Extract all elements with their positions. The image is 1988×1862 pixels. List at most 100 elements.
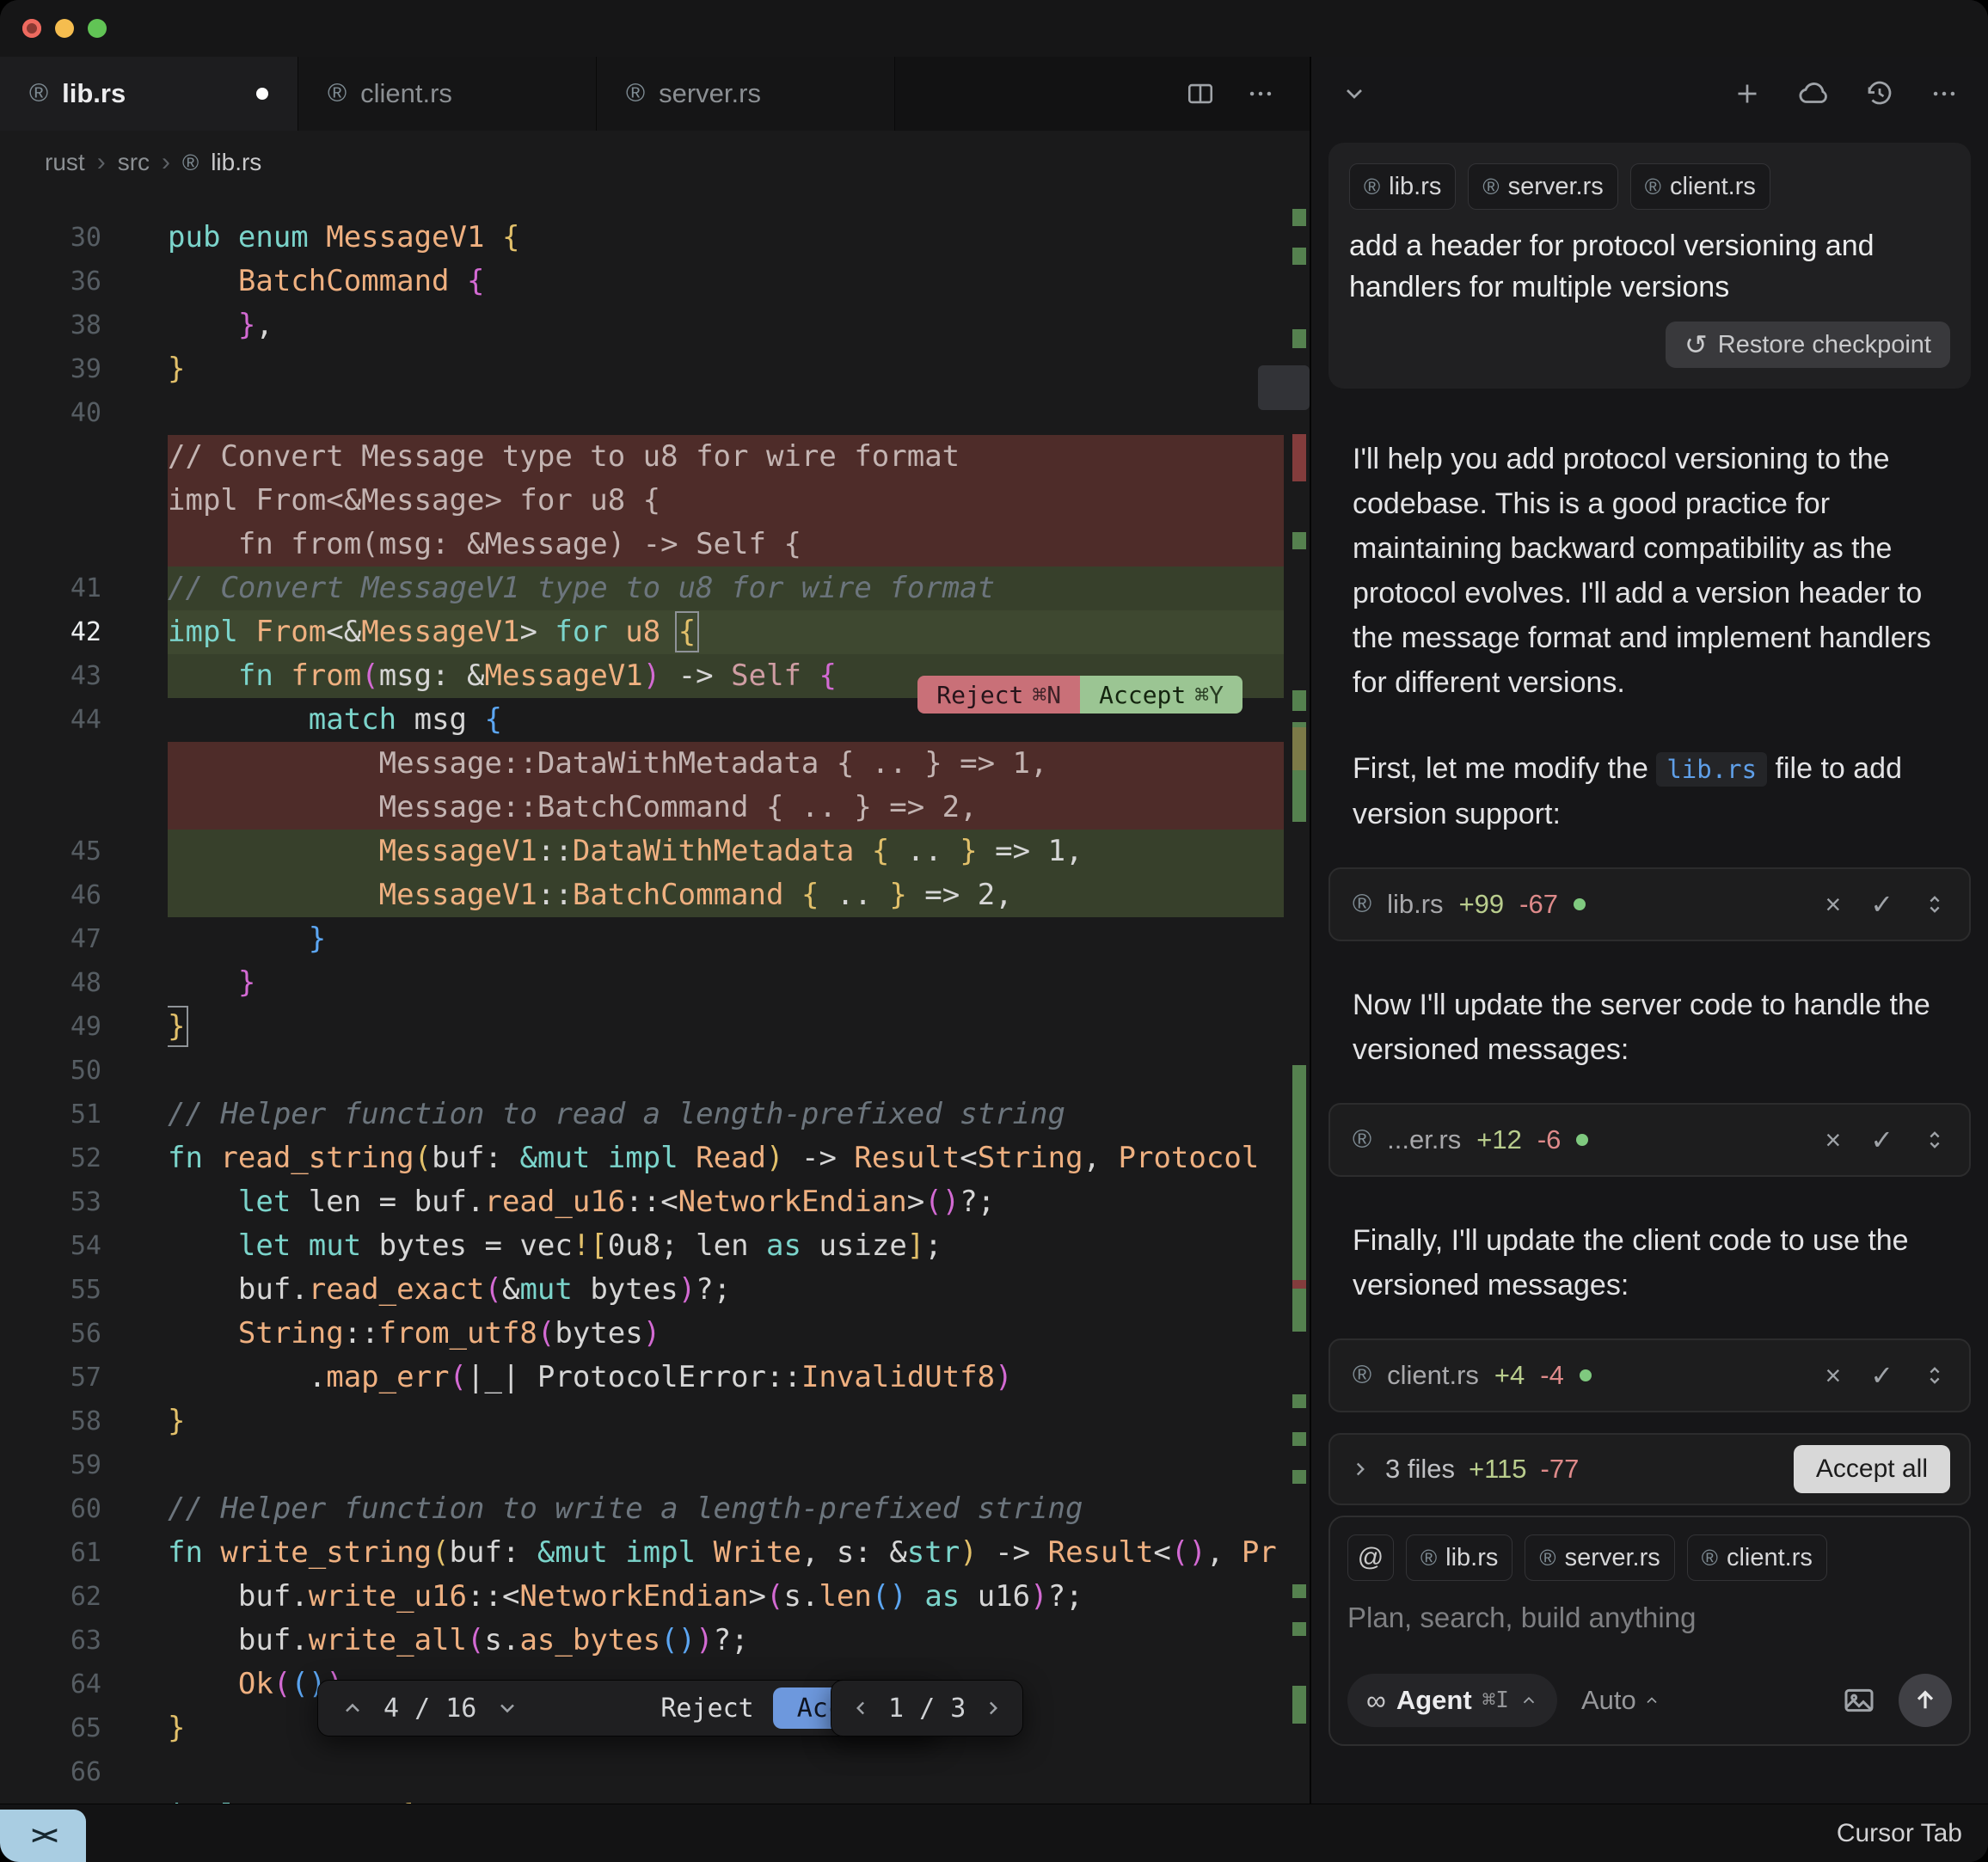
reject-button[interactable]: Reject — [660, 1694, 753, 1724]
inline-code[interactable]: lib.rs — [1656, 752, 1767, 787]
diff-reject-button[interactable]: Reject ⌘N — [917, 676, 1080, 714]
context-chip[interactable]: ®client.rs — [1630, 163, 1770, 210]
code-line[interactable]: 50 — [0, 1049, 1310, 1093]
code-line[interactable]: 66 — [0, 1750, 1310, 1794]
code-line[interactable]: 40 — [0, 391, 1310, 435]
code-token: ; — [924, 1228, 942, 1263]
code-line[interactable]: 45 MessageV1::DataWithMetadata { .. } =>… — [0, 830, 1310, 873]
code-token — [168, 702, 309, 737]
reject-file-icon[interactable]: × — [1825, 1360, 1842, 1392]
breadcrumb-item[interactable]: rust — [45, 149, 85, 176]
code-line[interactable]: 47 } — [0, 917, 1310, 961]
code-line[interactable]: 60// Helper function to write a length-p… — [0, 1487, 1310, 1531]
code-line[interactable]: Message::DataWithMetadata { .. } => 1, — [0, 742, 1310, 786]
add-context-button[interactable]: @ — [1347, 1534, 1394, 1581]
file-edit-card[interactable]: ® ...er.rs +12 -6 × ✓ — [1328, 1103, 1971, 1177]
collapse-chevron-icon[interactable] — [1341, 80, 1368, 107]
expand-file-icon[interactable] — [1923, 1363, 1947, 1387]
code-token: MessageV1 — [326, 220, 484, 254]
code-line[interactable]: 41// Convert MessageV1 type to u8 for wi… — [0, 567, 1310, 610]
code-line[interactable]: 46 MessageV1::BatchCommand { .. } => 2, — [0, 873, 1310, 917]
context-chip[interactable]: ®server.rs — [1468, 163, 1617, 210]
tab-lib-rs[interactable]: ® lib.rs — [0, 57, 298, 131]
diff-accept-button[interactable]: Accept ⌘Y — [1080, 676, 1242, 714]
maximize-button[interactable] — [88, 19, 107, 38]
context-chip[interactable]: ®lib.rs — [1349, 163, 1456, 210]
code-line[interactable]: 39} — [0, 347, 1310, 391]
code-text: } — [168, 961, 1284, 1005]
code-token: fn — [168, 1535, 220, 1570]
accept-file-icon[interactable]: ✓ — [1870, 888, 1893, 921]
accept-all-button[interactable]: Accept all — [1794, 1445, 1950, 1493]
breadcrumb-item[interactable]: src — [118, 149, 150, 176]
pager-next-icon[interactable] — [981, 1697, 1003, 1719]
code-line[interactable]: 61fn write_string(buf: &mut impl Write, … — [0, 1531, 1310, 1575]
model-selector[interactable]: Auto — [1581, 1685, 1660, 1716]
history-icon[interactable] — [1864, 78, 1895, 109]
code-line[interactable]: 30pub enum MessageV1 { — [0, 216, 1310, 260]
chat-scroll[interactable]: ®lib.rs ®server.rs ®client.rs add a head… — [1311, 131, 1988, 1804]
code-line[interactable]: 57 .map_err(|_| ProtocolError::InvalidUt… — [0, 1356, 1310, 1400]
code-line[interactable]: 55 buf.read_exact(&mut bytes)?; — [0, 1268, 1310, 1312]
file-edit-card[interactable]: ® lib.rs +99 -67 × ✓ — [1328, 867, 1971, 941]
nav-down-icon[interactable] — [495, 1696, 519, 1720]
code-token: str — [907, 1535, 960, 1570]
code-line[interactable]: 42impl From<&MessageV1> for u8 { — [0, 610, 1310, 654]
code-line[interactable]: 38 }, — [0, 303, 1310, 347]
code-line[interactable]: 59 — [0, 1443, 1310, 1487]
split-editor-icon[interactable] — [1186, 79, 1215, 108]
code-line[interactable]: Message::BatchCommand { .. } => 2, — [0, 786, 1310, 830]
file-edit-card[interactable]: ® client.rs +4 -4 × ✓ — [1328, 1338, 1971, 1412]
summary-chevron-icon[interactable] — [1349, 1458, 1371, 1480]
prompt-input[interactable]: Plan, search, build anything — [1347, 1602, 1952, 1634]
code-token: ( — [766, 1579, 783, 1614]
close-button[interactable] — [22, 19, 41, 38]
files-summary-bar[interactable]: 3 files +115 -77 Accept all — [1328, 1433, 1971, 1505]
minimize-button[interactable] — [55, 19, 74, 38]
agent-mode-selector[interactable]: ∞ Agent ⌘I — [1347, 1674, 1557, 1727]
code-token: usize — [819, 1228, 906, 1263]
code-line[interactable]: 54 let mut bytes = vec![0u8; len as usiz… — [0, 1224, 1310, 1268]
accept-file-icon[interactable]: ✓ — [1870, 1124, 1893, 1156]
code-editor[interactable]: 30pub enum MessageV1 {36 BatchCommand {3… — [0, 194, 1310, 1804]
code-line[interactable]: 53 let len = buf.read_u16::<NetworkEndia… — [0, 1180, 1310, 1224]
input-context-chip[interactable]: ®lib.rs — [1406, 1534, 1512, 1581]
expand-file-icon[interactable] — [1923, 892, 1947, 916]
breadcrumb-item[interactable]: lib.rs — [211, 149, 261, 176]
code-line[interactable]: 62 buf.write_u16::<NetworkEndian>(s.len(… — [0, 1575, 1310, 1619]
line-number: 38 — [0, 303, 101, 347]
code-line[interactable]: 56 String::from_utf8(bytes) — [0, 1312, 1310, 1356]
code-line[interactable]: impl From<&Message> for u8 { — [0, 479, 1310, 523]
cloud-icon[interactable] — [1797, 77, 1830, 110]
expand-file-icon[interactable] — [1923, 1128, 1947, 1152]
new-chat-icon[interactable] — [1732, 78, 1763, 109]
prompt-input-card[interactable]: @ ®lib.rs ®server.rs ®client.rs Plan, se… — [1328, 1516, 1971, 1746]
tab-server-rs[interactable]: ® server.rs — [597, 57, 895, 131]
restore-checkpoint-button[interactable]: ↺ Restore checkpoint — [1666, 322, 1950, 368]
more-actions-icon[interactable] — [1246, 79, 1275, 108]
code-token: // Helper function to read a length-pref… — [168, 1097, 1065, 1131]
code-line[interactable]: 51// Helper function to read a length-pr… — [0, 1093, 1310, 1136]
panel-toggle-button[interactable]: >< — [0, 1810, 86, 1862]
nav-up-icon[interactable] — [341, 1696, 365, 1720]
code-line[interactable]: fn from(msg: &Message) -> Self { — [0, 523, 1310, 567]
reject-file-icon[interactable]: × — [1825, 1124, 1842, 1156]
tab-client-rs[interactable]: ® client.rs — [298, 57, 597, 131]
code-line[interactable]: 49} — [0, 1005, 1310, 1049]
input-context-chip[interactable]: ®server.rs — [1525, 1534, 1674, 1581]
code-line[interactable]: 36 BatchCommand { — [0, 260, 1310, 303]
code-line[interactable]: 58} — [0, 1400, 1310, 1443]
code-line[interactable]: 63 buf.write_all(s.as_bytes())?; — [0, 1619, 1310, 1663]
code-line[interactable]: // Convert Message type to u8 for wire f… — [0, 435, 1310, 479]
tab-label: server.rs — [659, 78, 761, 109]
panel-more-icon[interactable] — [1930, 79, 1959, 108]
code-line[interactable]: 48 } — [0, 961, 1310, 1005]
accept-file-icon[interactable]: ✓ — [1870, 1359, 1893, 1392]
input-context-chip[interactable]: ®client.rs — [1687, 1534, 1827, 1581]
code-line[interactable]: impl Message { — [0, 1794, 1310, 1804]
code-line[interactable]: 52fn read_string(buf: &mut impl Read) ->… — [0, 1136, 1310, 1180]
reject-file-icon[interactable]: × — [1825, 889, 1842, 921]
send-button[interactable] — [1899, 1674, 1952, 1727]
pager-prev-icon[interactable] — [850, 1697, 873, 1719]
image-icon[interactable] — [1842, 1683, 1876, 1718]
